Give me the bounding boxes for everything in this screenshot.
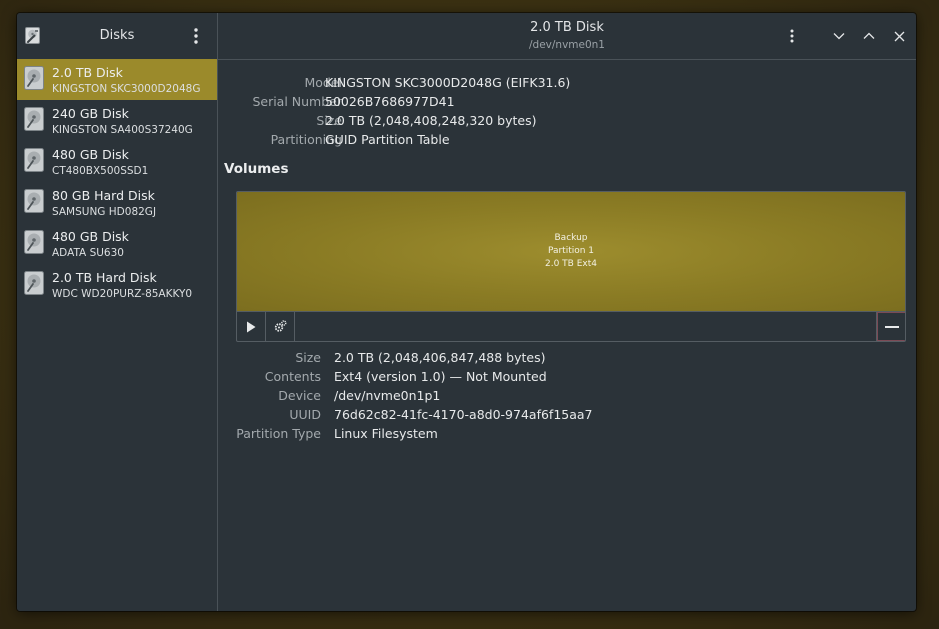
main-panel: 2.0 TB Disk /dev/nvme0n1 Model KINGSTON … bbox=[218, 13, 916, 611]
partition-options-button[interactable] bbox=[266, 312, 295, 341]
page-title: 2.0 TB Disk bbox=[530, 20, 604, 35]
property-value: KINGSTON SKC3000D2048G (EIFK31.6) bbox=[325, 75, 571, 90]
minimize-icon bbox=[833, 33, 845, 40]
property-value: Ext4 (version 1.0) — Not Mounted bbox=[334, 369, 547, 384]
property-value: 2.0 TB (2,048,406,847,488 bytes) bbox=[334, 350, 546, 365]
property-label: UUID bbox=[289, 407, 321, 422]
property-value: Linux Filesystem bbox=[334, 426, 438, 441]
disk-item[interactable]: 80 GB Hard Disk SAMSUNG HD082GJ bbox=[17, 182, 217, 223]
disk-item[interactable]: 240 GB Disk KINGSTON SA400S37240G bbox=[17, 100, 217, 141]
disk-model: KINGSTON SKC3000D2048G bbox=[52, 83, 201, 95]
disk-model: ADATA SU630 bbox=[52, 247, 124, 259]
property-label: Contents bbox=[264, 369, 321, 384]
property-label: Device bbox=[278, 388, 321, 403]
disk-name: 2.0 TB Hard Disk bbox=[52, 270, 157, 285]
disk-model: CT480BX500SSD1 bbox=[52, 165, 149, 177]
property-value: GUID Partition Table bbox=[325, 132, 450, 147]
sidebar: Disks 2.0 TB Disk KINGSTON SKC3000D2048G… bbox=[17, 13, 218, 611]
disks-window: Disks 2.0 TB Disk KINGSTON SKC3000D2048G… bbox=[17, 13, 916, 611]
disk-name: 480 GB Disk bbox=[52, 229, 129, 244]
minus-icon bbox=[884, 325, 899, 328]
disk-model: SAMSUNG HD082GJ bbox=[52, 206, 157, 218]
hard-disk-icon bbox=[24, 271, 44, 295]
disk-item[interactable]: 2.0 TB Disk KINGSTON SKC3000D2048G bbox=[17, 59, 217, 100]
disk-model: WDC WD20PURZ-85AKKY0 bbox=[52, 288, 193, 300]
hard-disk-icon bbox=[24, 66, 44, 90]
disk-name: 2.0 TB Disk bbox=[52, 65, 123, 80]
hard-disk-icon bbox=[24, 148, 44, 172]
property-value: /dev/nvme0n1p1 bbox=[334, 388, 441, 403]
delete-partition-button[interactable] bbox=[876, 312, 905, 341]
property-row: Serial Number 50026B7686977D41 bbox=[218, 92, 916, 111]
close-icon bbox=[894, 31, 904, 41]
property-row: Device /dev/nvme0n1p1 bbox=[218, 386, 916, 405]
play-icon bbox=[247, 321, 256, 332]
disk-item[interactable]: 480 GB Disk CT480BX500SSD1 bbox=[17, 141, 217, 182]
property-row: UUID 76d62c82-41fc-4170-a8d0-974af6f15aa… bbox=[218, 405, 916, 424]
disk-menu-button[interactable] bbox=[781, 25, 803, 47]
partition-size-type: 2.0 TB Ext4 bbox=[545, 259, 597, 269]
sidebar-header: Disks bbox=[17, 13, 217, 60]
property-row: Contents Ext4 (version 1.0) — Not Mounte… bbox=[218, 367, 916, 386]
maximize-icon bbox=[863, 32, 875, 39]
kebab-menu-icon bbox=[790, 29, 794, 43]
property-row: Size 2.0 TB (2,048,406,847,488 bytes) bbox=[218, 348, 916, 367]
property-value: 50026B7686977D41 bbox=[325, 94, 455, 109]
maximize-button[interactable] bbox=[858, 25, 880, 47]
mount-button[interactable] bbox=[237, 312, 266, 341]
gears-icon bbox=[274, 320, 287, 332]
property-row: Size 2.0 TB (2,048,408,248,320 bytes) bbox=[218, 111, 916, 130]
sidebar-menu-button[interactable] bbox=[185, 25, 207, 47]
page-subtitle: /dev/nvme0n1 bbox=[529, 39, 605, 51]
property-label: Size bbox=[295, 350, 321, 365]
hard-disk-icon bbox=[24, 107, 44, 131]
hard-disk-icon bbox=[24, 230, 44, 254]
property-row: Partition Type Linux Filesystem bbox=[218, 424, 916, 443]
volumes-heading: Volumes bbox=[224, 161, 289, 177]
disk-name: 80 GB Hard Disk bbox=[52, 188, 155, 203]
disk-model: KINGSTON SA400S37240G bbox=[52, 124, 193, 136]
property-value: 2.0 TB (2,048,408,248,320 bytes) bbox=[325, 113, 537, 128]
partition-properties: Size 2.0 TB (2,048,406,847,488 bytes) Co… bbox=[218, 348, 916, 443]
disk-name: 480 GB Disk bbox=[52, 147, 129, 162]
kebab-menu-icon bbox=[194, 28, 198, 44]
volume-toolbar bbox=[237, 312, 905, 341]
hard-disk-icon bbox=[24, 189, 44, 213]
disk-properties: Model KINGSTON SKC3000D2048G (EIFK31.6) … bbox=[218, 73, 916, 149]
disk-item[interactable]: 2.0 TB Hard Disk WDC WD20PURZ-85AKKY0 bbox=[17, 264, 217, 305]
disk-item[interactable]: 480 GB Disk ADATA SU630 bbox=[17, 223, 217, 264]
header-bar: 2.0 TB Disk /dev/nvme0n1 bbox=[218, 13, 916, 60]
partition-block[interactable]: Backup Partition 1 2.0 TB Ext4 bbox=[237, 192, 905, 312]
disk-name: 240 GB Disk bbox=[52, 106, 129, 121]
volume-map: Backup Partition 1 2.0 TB Ext4 bbox=[236, 191, 906, 342]
disk-list: 2.0 TB Disk KINGSTON SKC3000D2048G 240 G… bbox=[17, 59, 217, 305]
property-row: Partitioning GUID Partition Table bbox=[218, 130, 916, 149]
minimize-button[interactable] bbox=[828, 25, 850, 47]
property-value: 76d62c82-41fc-4170-a8d0-974af6f15aa7 bbox=[334, 407, 593, 422]
property-label: Partition Type bbox=[236, 426, 321, 441]
partition-number: Partition 1 bbox=[547, 246, 595, 256]
property-row: Model KINGSTON SKC3000D2048G (EIFK31.6) bbox=[218, 73, 916, 92]
partition-name: Backup bbox=[554, 233, 588, 243]
partition-label: Backup Partition 1 2.0 TB Ext4 bbox=[237, 232, 905, 271]
close-button[interactable] bbox=[888, 25, 910, 47]
